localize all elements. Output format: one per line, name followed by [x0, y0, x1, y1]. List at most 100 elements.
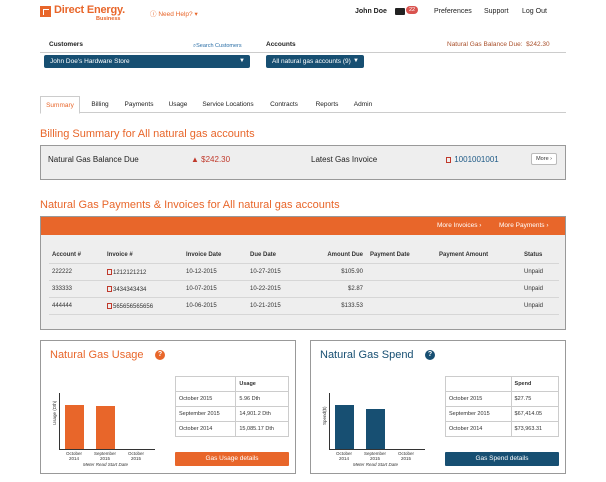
row-status: Unpaid	[524, 286, 544, 292]
selector-divider	[40, 52, 566, 53]
more-invoices-link[interactable]: More Invoices ›	[437, 222, 481, 229]
usage-y-label: Usage (Dth)	[52, 400, 57, 425]
tab-summary[interactable]: Summary	[40, 96, 80, 114]
spend-x-label: Meter Read Start Date	[353, 462, 399, 467]
nav-tabs: Summary Billing Payments Usage Service L…	[40, 96, 566, 114]
row-invoice-date: 10-07-2015	[186, 286, 217, 292]
customer-dropdown[interactable]: John Doe's Hardware Store ▼	[44, 55, 250, 68]
col-payment-amount: Payment Amount	[439, 252, 489, 258]
payments-title: Natural Gas Payments & Invoices for All …	[40, 199, 340, 211]
row-divider	[49, 280, 559, 281]
usage-x-axis	[59, 449, 155, 450]
spend-table: Spend October 2015 $27.75 September 2015 $…	[445, 376, 560, 437]
row-status: Unpaid	[524, 303, 544, 309]
usage-table: Usage October 2015 5.96 Dth September 201…	[174, 376, 289, 437]
customers-label: Customers	[49, 41, 83, 48]
billing-summary-box: Natural Gas Balance Due ▲ $242.30 Latest…	[40, 145, 566, 180]
row-divider	[49, 314, 559, 315]
help-icon[interactable]: ?	[425, 350, 435, 360]
pdf-icon	[107, 286, 112, 292]
invoice-link[interactable]: 565656565656	[107, 303, 153, 310]
brand-sub: Business	[96, 16, 121, 22]
row-invoice-date: 10-06-2015	[186, 303, 217, 309]
chart-bar	[96, 406, 115, 449]
spend-x-tick: September 2015	[363, 451, 386, 461]
warning-icon: ▲	[191, 155, 202, 164]
spend-panel: Natural Gas Spend ? Spend($) October 201…	[310, 340, 566, 474]
col-invoice-date: Invoice Date	[186, 252, 222, 258]
row-divider	[49, 263, 559, 264]
spend-y-axis	[329, 393, 330, 449]
help-icon[interactable]: ?	[155, 350, 165, 360]
spend-x-axis	[329, 449, 425, 450]
accounts-dropdown[interactable]: All natural gas accounts (9) ▼	[266, 55, 364, 68]
tab-billing[interactable]: Billing	[86, 96, 114, 113]
caret-down-icon: ▼	[239, 58, 245, 64]
user-name[interactable]: John Doe	[355, 8, 387, 15]
need-help-link[interactable]: ⓘ Need Help? ▾	[150, 8, 198, 18]
latest-invoice-link[interactable]: 1001001001	[446, 155, 499, 164]
tab-admin[interactable]: Admin	[348, 96, 378, 113]
tab-service-locations[interactable]: Service Locations	[198, 96, 258, 113]
tab-contracts[interactable]: Contracts	[264, 96, 304, 113]
usage-panel: Natural Gas Usage ? Usage (Dth) October …	[40, 340, 296, 474]
row-due-date: 10-22-2015	[250, 286, 281, 292]
brand-logo-icon	[40, 6, 51, 17]
latest-invoice-label: Latest Gas Invoice	[311, 155, 378, 164]
chevron-right-icon: ›	[546, 222, 549, 229]
col-amount-due: Amount Due	[327, 252, 363, 258]
payments-toolbar: More Invoices › More Payments ›	[41, 217, 565, 235]
usage-x-tick: October 2015	[127, 451, 144, 461]
usage-panel-title: Natural Gas Usage	[50, 349, 144, 361]
search-customers-link[interactable]: ⌕Search Customers	[193, 43, 242, 50]
spend-x-tick: October 2015	[397, 451, 414, 461]
col-account: Account #	[52, 252, 82, 258]
row-amount: $133.53	[341, 303, 363, 309]
more-payments-link[interactable]: More Payments ›	[499, 222, 549, 229]
preferences-link[interactable]: Preferences	[434, 8, 472, 15]
gas-spend-details-button[interactable]: Gas Spend details	[445, 452, 559, 466]
brand-name: Direct Energy.	[54, 4, 125, 16]
col-payment-date: Payment Date	[370, 252, 410, 258]
invoice-link[interactable]: 3434343434	[107, 286, 146, 293]
tab-reports[interactable]: Reports	[310, 96, 344, 113]
message-count-badge: 22	[406, 6, 419, 14]
spend-y-label: Spend($)	[322, 406, 327, 425]
spend-x-tick: October 2014	[335, 451, 352, 461]
chart-bar	[65, 405, 84, 449]
chart-bar	[335, 405, 354, 449]
usage-x-tick: October 2014	[65, 451, 82, 461]
row-invoice-date: 10-12-2015	[186, 269, 217, 275]
usage-y-axis	[59, 393, 60, 449]
logout-link[interactable]: Log Out	[522, 8, 547, 15]
pdf-icon	[107, 303, 112, 309]
row-account: 444444	[52, 303, 73, 309]
row-amount: $2.87	[347, 286, 363, 292]
tab-usage[interactable]: Usage	[164, 96, 192, 113]
envelope-icon[interactable]	[395, 8, 405, 15]
balance-due-header: Natural Gas Balance Due: $242.30	[447, 41, 550, 48]
row-divider	[49, 297, 559, 298]
chart-bar	[366, 409, 385, 449]
col-status: Status	[524, 252, 543, 258]
balance-due-value: ▲ $242.30	[191, 155, 231, 164]
pdf-icon	[107, 269, 112, 275]
chevron-right-icon: ›	[479, 222, 482, 229]
col-due-date: Due Date	[250, 252, 277, 258]
accounts-label: Accounts	[266, 41, 296, 48]
row-due-date: 10-27-2015	[250, 269, 281, 275]
row-account: 333333	[52, 286, 73, 292]
caret-down-icon: ▼	[353, 58, 359, 64]
more-button[interactable]: More ›	[531, 153, 557, 165]
support-link[interactable]: Support	[484, 8, 509, 15]
tab-payments[interactable]: Payments	[120, 96, 158, 113]
spend-panel-title: Natural Gas Spend	[320, 349, 414, 361]
pdf-icon	[446, 157, 451, 163]
row-amount: $105.90	[341, 269, 363, 275]
chevron-right-icon: ›	[550, 156, 552, 162]
usage-x-label: Meter Read Start Date	[83, 462, 129, 467]
invoice-link[interactable]: 1212121212	[107, 269, 146, 276]
gas-usage-details-button[interactable]: Gas Usage details	[175, 452, 289, 466]
usage-x-tick: September 2015	[93, 451, 116, 461]
col-invoice: Invoice #	[107, 252, 133, 258]
